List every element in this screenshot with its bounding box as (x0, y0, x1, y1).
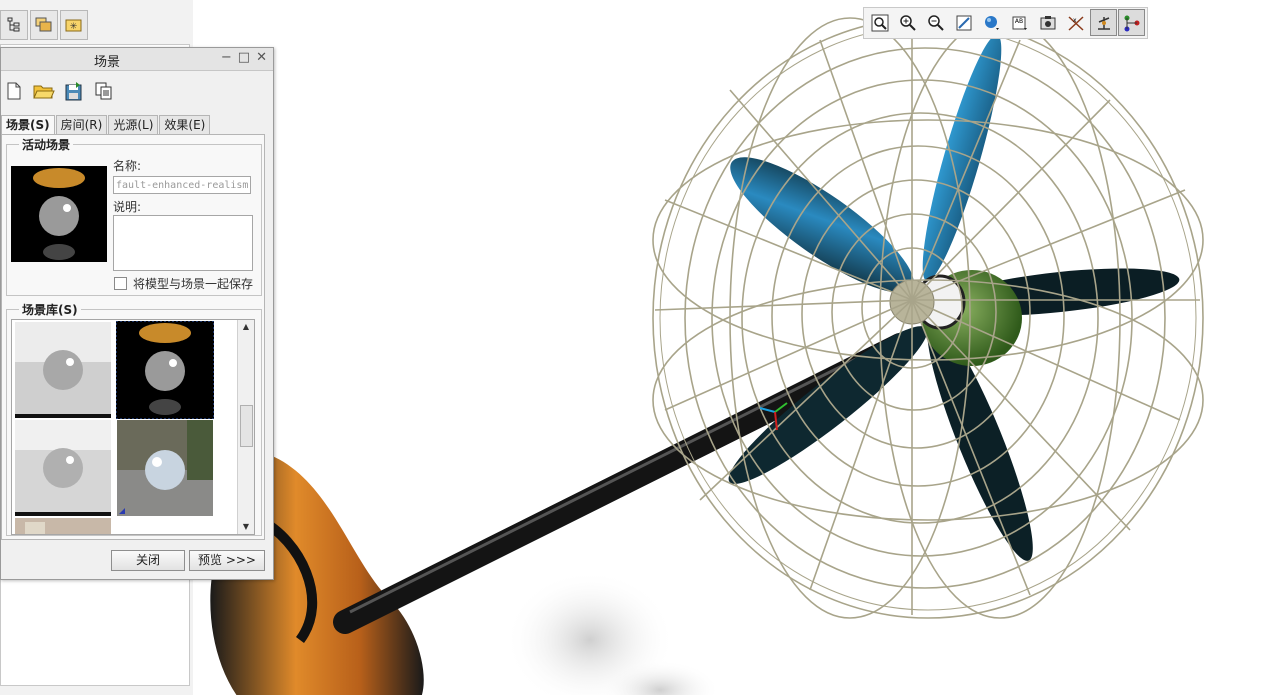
zoom-in-icon (899, 14, 916, 31)
library-scrollbar[interactable]: ▲ ▼ (237, 320, 254, 534)
save-with-model-label: 将模型与场景一起保存 (133, 277, 254, 291)
scene-library-group: 场景库(S) ▲ ▼ (6, 301, 262, 536)
favorites-tab[interactable]: ✳ (60, 10, 88, 40)
graphics-window[interactable]: AB x (193, 0, 1268, 695)
datum-display-button[interactable]: x (1062, 9, 1089, 36)
save-icon (65, 82, 82, 101)
minimize-button[interactable]: − (221, 50, 232, 65)
svg-text:AB: AB (1014, 18, 1022, 25)
close-window-button[interactable]: ✕ (256, 50, 267, 65)
repaint-icon (956, 15, 971, 30)
tab-effects[interactable]: 效果(E) (159, 115, 211, 134)
dialog-title: 场景 (93, 55, 120, 70)
tab-lights[interactable]: 光源(L) (108, 115, 159, 134)
model-tree-tab[interactable] (0, 10, 28, 40)
favorites-folder-icon: ✳ (65, 19, 82, 32)
layers-icon (35, 17, 52, 32)
spin-center-icon (1097, 16, 1110, 30)
dialog-titlebar[interactable]: 场景 − □ ✕ (1, 48, 273, 71)
display-style-icon (984, 15, 999, 30)
library-thumbnail[interactable] (15, 518, 111, 535)
datum-display-icon: x (1067, 15, 1084, 31)
maximize-button[interactable]: □ (238, 50, 250, 65)
dialog-tabs: 场景(S) 房间(R) 光源(L) 效果(E) (1, 115, 211, 135)
name-label: 名称: (113, 159, 142, 173)
navigator-tabs: ✳ (0, 10, 88, 42)
copy-icon (95, 82, 112, 100)
saved-views-icon: AB (1012, 16, 1027, 30)
preview-button[interactable]: 预览 >>> (189, 550, 265, 571)
layers-tab[interactable] (30, 10, 58, 40)
scroll-down-arrow-icon[interactable]: ▼ (238, 520, 254, 534)
save-scene-button[interactable] (63, 80, 85, 102)
view-manager-button[interactable] (1034, 9, 1061, 36)
active-scene-thumbnail (11, 166, 107, 262)
zoom-out-button[interactable] (922, 9, 949, 36)
refit-button[interactable] (866, 9, 893, 36)
library-thumbnail-selected[interactable] (116, 321, 214, 419)
saved-views-button[interactable]: AB (1006, 9, 1033, 36)
open-folder-icon (33, 85, 55, 99)
model-tree-icon (7, 17, 20, 32)
scene-name-field[interactable]: fault-enhanced-realism (113, 176, 251, 194)
view-manager-icon (1040, 15, 1055, 29)
library-thumbnail[interactable] (15, 420, 111, 516)
refit-icon (871, 14, 888, 31)
library-thumbnail[interactable] (15, 322, 111, 418)
library-thumbnail[interactable] (117, 420, 213, 516)
dialog-toolbar (3, 80, 115, 102)
open-scene-button[interactable] (33, 80, 55, 102)
scroll-up-arrow-icon[interactable]: ▲ (238, 320, 254, 334)
description-label: 说明: (113, 200, 142, 214)
spin-center-button[interactable] (1090, 9, 1117, 36)
scene-dialog: 场景 − □ ✕ 场景(S) 房间(R) 光源(L) 效果(E) 活动场景 名称… (0, 47, 274, 580)
graphics-toolbar: AB x (863, 7, 1148, 39)
window-buttons: − □ ✕ (221, 50, 267, 65)
scene-description-field[interactable] (113, 215, 253, 271)
repaint-button[interactable] (950, 9, 977, 36)
zoom-in-button[interactable] (894, 9, 921, 36)
scene-tab-panel: 活动场景 名称: fault-enhanced-realism 说明: 将模型与… (1, 134, 265, 540)
scene-library-legend: 场景库(S) (19, 301, 81, 318)
tab-room[interactable]: 房间(R) (55, 115, 108, 134)
display-style-button[interactable] (978, 9, 1005, 36)
fan-3d-model[interactable] (193, 0, 1268, 695)
svg-text:✳: ✳ (70, 22, 78, 32)
copy-scene-button[interactable] (93, 80, 115, 102)
annotation-display-icon (1124, 15, 1139, 31)
svg-text:x: x (1073, 17, 1077, 24)
scene-library-list[interactable]: ▲ ▼ (11, 319, 255, 535)
save-with-model-checkbox[interactable] (114, 277, 127, 290)
tab-scene[interactable]: 场景(S) (1, 115, 55, 135)
active-scene-legend: 活动场景 (19, 136, 74, 153)
annotation-display-button[interactable] (1118, 9, 1145, 36)
close-button[interactable]: 关闭 (111, 550, 185, 571)
active-scene-group: 活动场景 名称: fault-enhanced-realism 说明: 将模型与… (6, 136, 262, 296)
new-file-icon (7, 82, 21, 100)
new-scene-button[interactable] (3, 80, 25, 102)
zoom-out-icon (927, 14, 944, 31)
fan-cage (652, 17, 1204, 619)
scroll-thumb[interactable] (240, 405, 253, 447)
